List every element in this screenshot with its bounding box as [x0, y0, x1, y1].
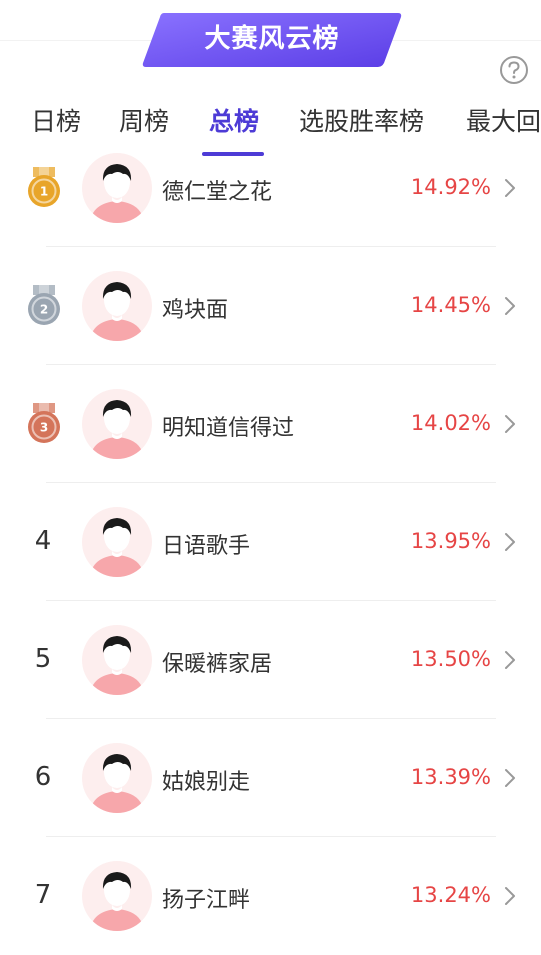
chevron-right-icon[interactable]	[502, 295, 518, 317]
user-name: 扬子江畔	[162, 888, 251, 913]
return-rate: 13.39%	[410, 765, 491, 789]
return-rate: 13.50%	[410, 647, 491, 671]
avatar[interactable]	[82, 625, 152, 695]
user-name: 德仁堂之花	[162, 180, 273, 205]
leaderboard-row[interactable]: 5 保暖裤家居 13.50%	[0, 601, 541, 719]
avatar[interactable]	[82, 389, 152, 459]
svg-text:2: 2	[40, 303, 48, 317]
leaderboard-row[interactable]: 2 鸡块面 14.45%	[0, 247, 541, 365]
chevron-right-icon[interactable]	[502, 177, 518, 199]
avatar[interactable]	[82, 861, 152, 931]
gold-medal-icon: 1	[28, 167, 60, 207]
svg-text:3: 3	[40, 421, 48, 435]
help-icon[interactable]	[499, 55, 529, 85]
leaderboard-row[interactable]: 4 日语歌手 13.95%	[0, 483, 541, 601]
return-rate: 13.24%	[410, 883, 491, 907]
leaderboard-row[interactable]: 7 扬子江畔 13.24%	[0, 837, 541, 955]
user-name: 明知道信得过	[162, 416, 295, 441]
chevron-right-icon[interactable]	[502, 885, 518, 907]
return-rate: 14.92%	[410, 175, 491, 199]
chevron-right-icon[interactable]	[502, 413, 518, 435]
return-rate: 14.45%	[410, 293, 491, 317]
chevron-right-icon[interactable]	[502, 767, 518, 789]
avatar[interactable]	[82, 271, 152, 341]
leaderboard-row[interactable]: 3 明知道信得过 14.02%	[0, 365, 541, 483]
avatar[interactable]	[82, 153, 152, 223]
rank-number: 7	[34, 880, 52, 910]
title-banner: 大赛风云榜	[142, 11, 402, 68]
chevron-right-icon[interactable]	[502, 531, 518, 553]
rank-number: 5	[34, 644, 52, 674]
chevron-right-icon[interactable]	[502, 649, 518, 671]
user-name: 日语歌手	[162, 534, 251, 559]
leaderboard-row[interactable]: 1 德仁堂之花 14.92%	[0, 129, 541, 247]
rank-number: 4	[34, 526, 52, 556]
avatar[interactable]	[82, 507, 152, 577]
bronze-medal-icon: 3	[28, 403, 60, 443]
page-title: 大赛风云榜	[204, 24, 340, 54]
rank-number: 6	[34, 762, 52, 792]
avatar[interactable]	[82, 743, 152, 813]
leaderboard-row[interactable]: 6 姑娘别走 13.39%	[0, 719, 541, 837]
user-name: 保暖裤家居	[162, 652, 273, 677]
return-rate: 13.95%	[410, 529, 491, 553]
user-name: 鸡块面	[162, 298, 229, 323]
user-name: 姑娘别走	[162, 770, 251, 795]
svg-text:1: 1	[40, 185, 48, 199]
return-rate: 14.02%	[410, 411, 491, 435]
silver-medal-icon: 2	[28, 285, 60, 325]
